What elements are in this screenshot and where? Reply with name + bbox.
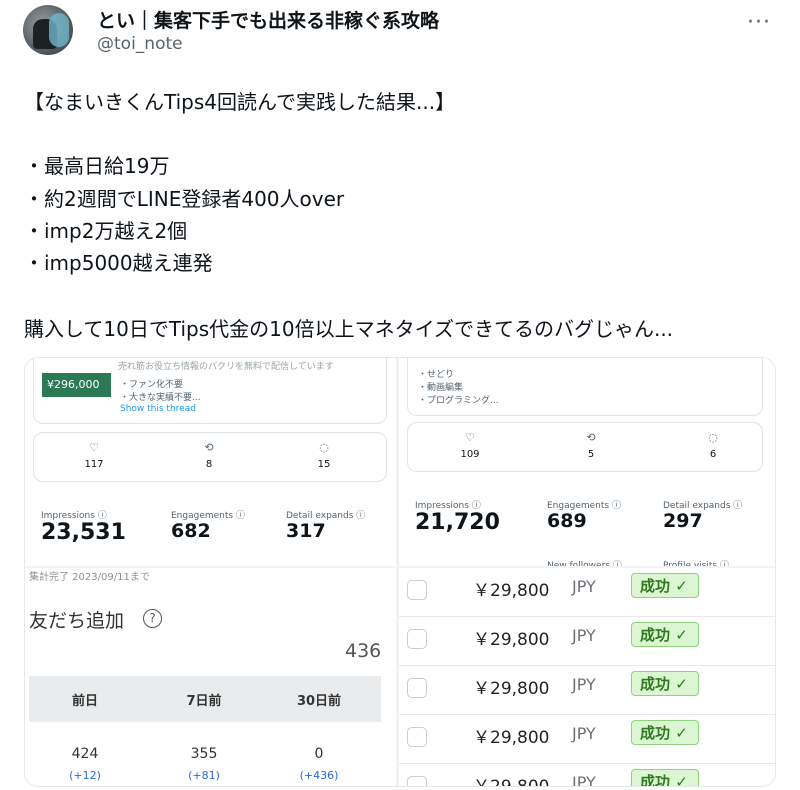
friends-added-title: 友だち追加 bbox=[29, 610, 125, 632]
row-checkbox[interactable] bbox=[407, 629, 427, 649]
reply-icon[interactable]: ◌ bbox=[693, 431, 733, 444]
tweet-line-3: ・約2週間でLINE登録者400人over bbox=[24, 187, 345, 211]
impressions-value: 23,531 bbox=[41, 520, 126, 545]
7-days-value: 355 bbox=[190, 746, 218, 762]
row-checkbox[interactable] bbox=[407, 776, 427, 786]
status-badge: 成功 ✓ bbox=[631, 573, 699, 598]
cutoff-date: 集計完了 2023/09/11まで bbox=[29, 572, 150, 583]
reply-count: 15 bbox=[317, 459, 331, 470]
payment-row: ￥29,800 JPY 成功 ✓ bbox=[399, 715, 775, 764]
engagement-actions-bar-2: ♡ 109 ⟲ 5 ◌ 6 bbox=[407, 422, 763, 472]
analytics-panel-1: 売れ筋お役立ち情報のパクリを無料で配信しています ¥296,000 ・ファン化不… bbox=[25, 358, 396, 566]
author-name[interactable]: とい｜集客下手でも出来る非稼ぐ系攻略 bbox=[97, 6, 439, 33]
payment-amount: ￥29,800 bbox=[473, 581, 550, 601]
row-checkbox[interactable] bbox=[407, 727, 427, 747]
quoted-bullet-2: ・大きな実績不要... bbox=[120, 393, 201, 403]
detail-expands-value: 317 bbox=[286, 520, 326, 542]
payment-amount: ￥29,800 bbox=[473, 630, 550, 650]
prev-day-diff: (+12) bbox=[69, 769, 101, 782]
payment-amount: ￥29,800 bbox=[473, 679, 550, 699]
7-days-diff: (+81) bbox=[188, 769, 220, 782]
friends-total: 436 bbox=[345, 640, 382, 662]
quoted-tweet-card: 売れ筋お役立ち情報のパクリを無料で配信しています ¥296,000 ・ファン化不… bbox=[33, 358, 387, 424]
quoted-top-text: 売れ筋お役立ち情報のパクリを無料で配信しています bbox=[118, 362, 334, 372]
payment-row: ￥29,800 JPY 成功 ✓ bbox=[399, 666, 775, 715]
like-count: 117 bbox=[84, 459, 104, 470]
prev-day-value: 424 bbox=[71, 746, 99, 762]
friends-table-header: 前日 7日前 30日前 bbox=[29, 676, 381, 722]
heart-icon[interactable]: ♡ bbox=[74, 441, 114, 454]
tweet-line-4: ・imp2万越え2個 bbox=[24, 219, 188, 243]
reply-count-2: 6 bbox=[709, 449, 717, 460]
quoted2-bullet-3: ・プログラミング... bbox=[418, 396, 499, 406]
status-badge: 成功 ✓ bbox=[631, 720, 699, 745]
header-30-days: 30日前 bbox=[296, 694, 342, 709]
heart-icon[interactable]: ♡ bbox=[450, 431, 490, 444]
payment-amount: ￥29,800 bbox=[473, 772, 549, 786]
payment-currency: JPY bbox=[572, 577, 596, 596]
status-badge: 成功 ✓ bbox=[631, 622, 699, 647]
tweet-media-grid[interactable]: 売れ筋お役立ち情報のパクリを無料で配信しています ¥296,000 ・ファン化不… bbox=[24, 357, 776, 787]
new-followers-label: New followers ⓘ bbox=[547, 561, 622, 566]
payment-currency: JPY bbox=[572, 724, 596, 743]
payment-row: ￥29,800 JPY 成功 ✓ bbox=[399, 764, 775, 786]
payment-row: ￥29,800 JPY 成功 ✓ bbox=[399, 568, 775, 617]
quoted2-bullet-2: ・動画編集 bbox=[418, 383, 464, 393]
detail-expands-value-2: 297 bbox=[663, 510, 703, 532]
like-count-2: 109 bbox=[460, 449, 480, 460]
impressions-value-2: 21,720 bbox=[415, 510, 500, 535]
header-prev-day: 前日 bbox=[71, 694, 98, 709]
engagements-value: 682 bbox=[171, 520, 211, 542]
engagement-actions-bar: ♡ 117 ⟲ 8 ◌ 15 bbox=[33, 432, 387, 482]
payment-currency: JPY bbox=[572, 675, 596, 694]
more-options-icon[interactable]: ··· bbox=[747, 10, 771, 35]
line-friends-panel: 集計完了 2023/09/11まで 友だち追加 ? 436 前日 7日前 30日… bbox=[25, 568, 396, 786]
avatar-accent bbox=[49, 13, 69, 47]
payment-row: ￥29,800 JPY 成功 ✓ bbox=[399, 617, 775, 666]
row-checkbox[interactable] bbox=[407, 580, 427, 600]
reply-icon[interactable]: ◌ bbox=[304, 441, 344, 454]
retweet-icon[interactable]: ⟲ bbox=[571, 431, 611, 444]
price-thumbnail: ¥296,000 bbox=[42, 373, 111, 397]
30-days-diff: (+436) bbox=[299, 769, 339, 782]
retweet-count-2: 5 bbox=[587, 449, 595, 460]
header-7-days: 7日前 bbox=[186, 694, 222, 709]
tweet-line-2: ・最高日給19万 bbox=[24, 154, 170, 178]
status-badge: 成功 ✓ bbox=[631, 671, 699, 696]
30-days-value: 0 bbox=[314, 746, 324, 762]
help-icon[interactable]: ? bbox=[143, 609, 162, 628]
retweet-icon[interactable]: ⟲ bbox=[189, 441, 229, 454]
tweet-line-6: 購入して10日でTips代金の10倍以上マネタイズできてるのバグじゃん... bbox=[24, 317, 674, 341]
quoted-bullet-1: ・ファン化不要 bbox=[120, 380, 184, 390]
tweet-line-1: 【なまいきくんTips4回読んで実践した結果...】 bbox=[24, 90, 456, 114]
payments-panel: ￥29,800 JPY 成功 ✓ ￥29,800 JPY 成功 ✓ ￥29,80… bbox=[399, 568, 775, 786]
quoted-tweet-card-2: ・せどり ・動画編集 ・プログラミング... bbox=[407, 358, 763, 416]
quoted2-bullet-1: ・せどり bbox=[418, 370, 455, 380]
payment-currency: JPY bbox=[572, 773, 596, 786]
author-avatar[interactable] bbox=[23, 5, 73, 55]
author-handle[interactable]: @toi_note bbox=[97, 34, 183, 54]
profile-visits-label: Profile visits ⓘ bbox=[663, 561, 729, 566]
tweet-line-5: ・imp5000越え連発 bbox=[24, 251, 213, 275]
row-checkbox[interactable] bbox=[407, 678, 427, 698]
retweet-count: 8 bbox=[205, 459, 213, 470]
show-thread-link[interactable]: Show this thread bbox=[120, 404, 196, 414]
engagements-value-2: 689 bbox=[547, 510, 587, 532]
analytics-panel-2: ・せどり ・動画編集 ・プログラミング... ♡ 109 ⟲ 5 ◌ 6 Imp… bbox=[399, 358, 775, 566]
payment-amount: ￥29,800 bbox=[473, 728, 550, 748]
status-badge: 成功 ✓ bbox=[631, 769, 699, 786]
payment-currency: JPY bbox=[572, 626, 596, 645]
